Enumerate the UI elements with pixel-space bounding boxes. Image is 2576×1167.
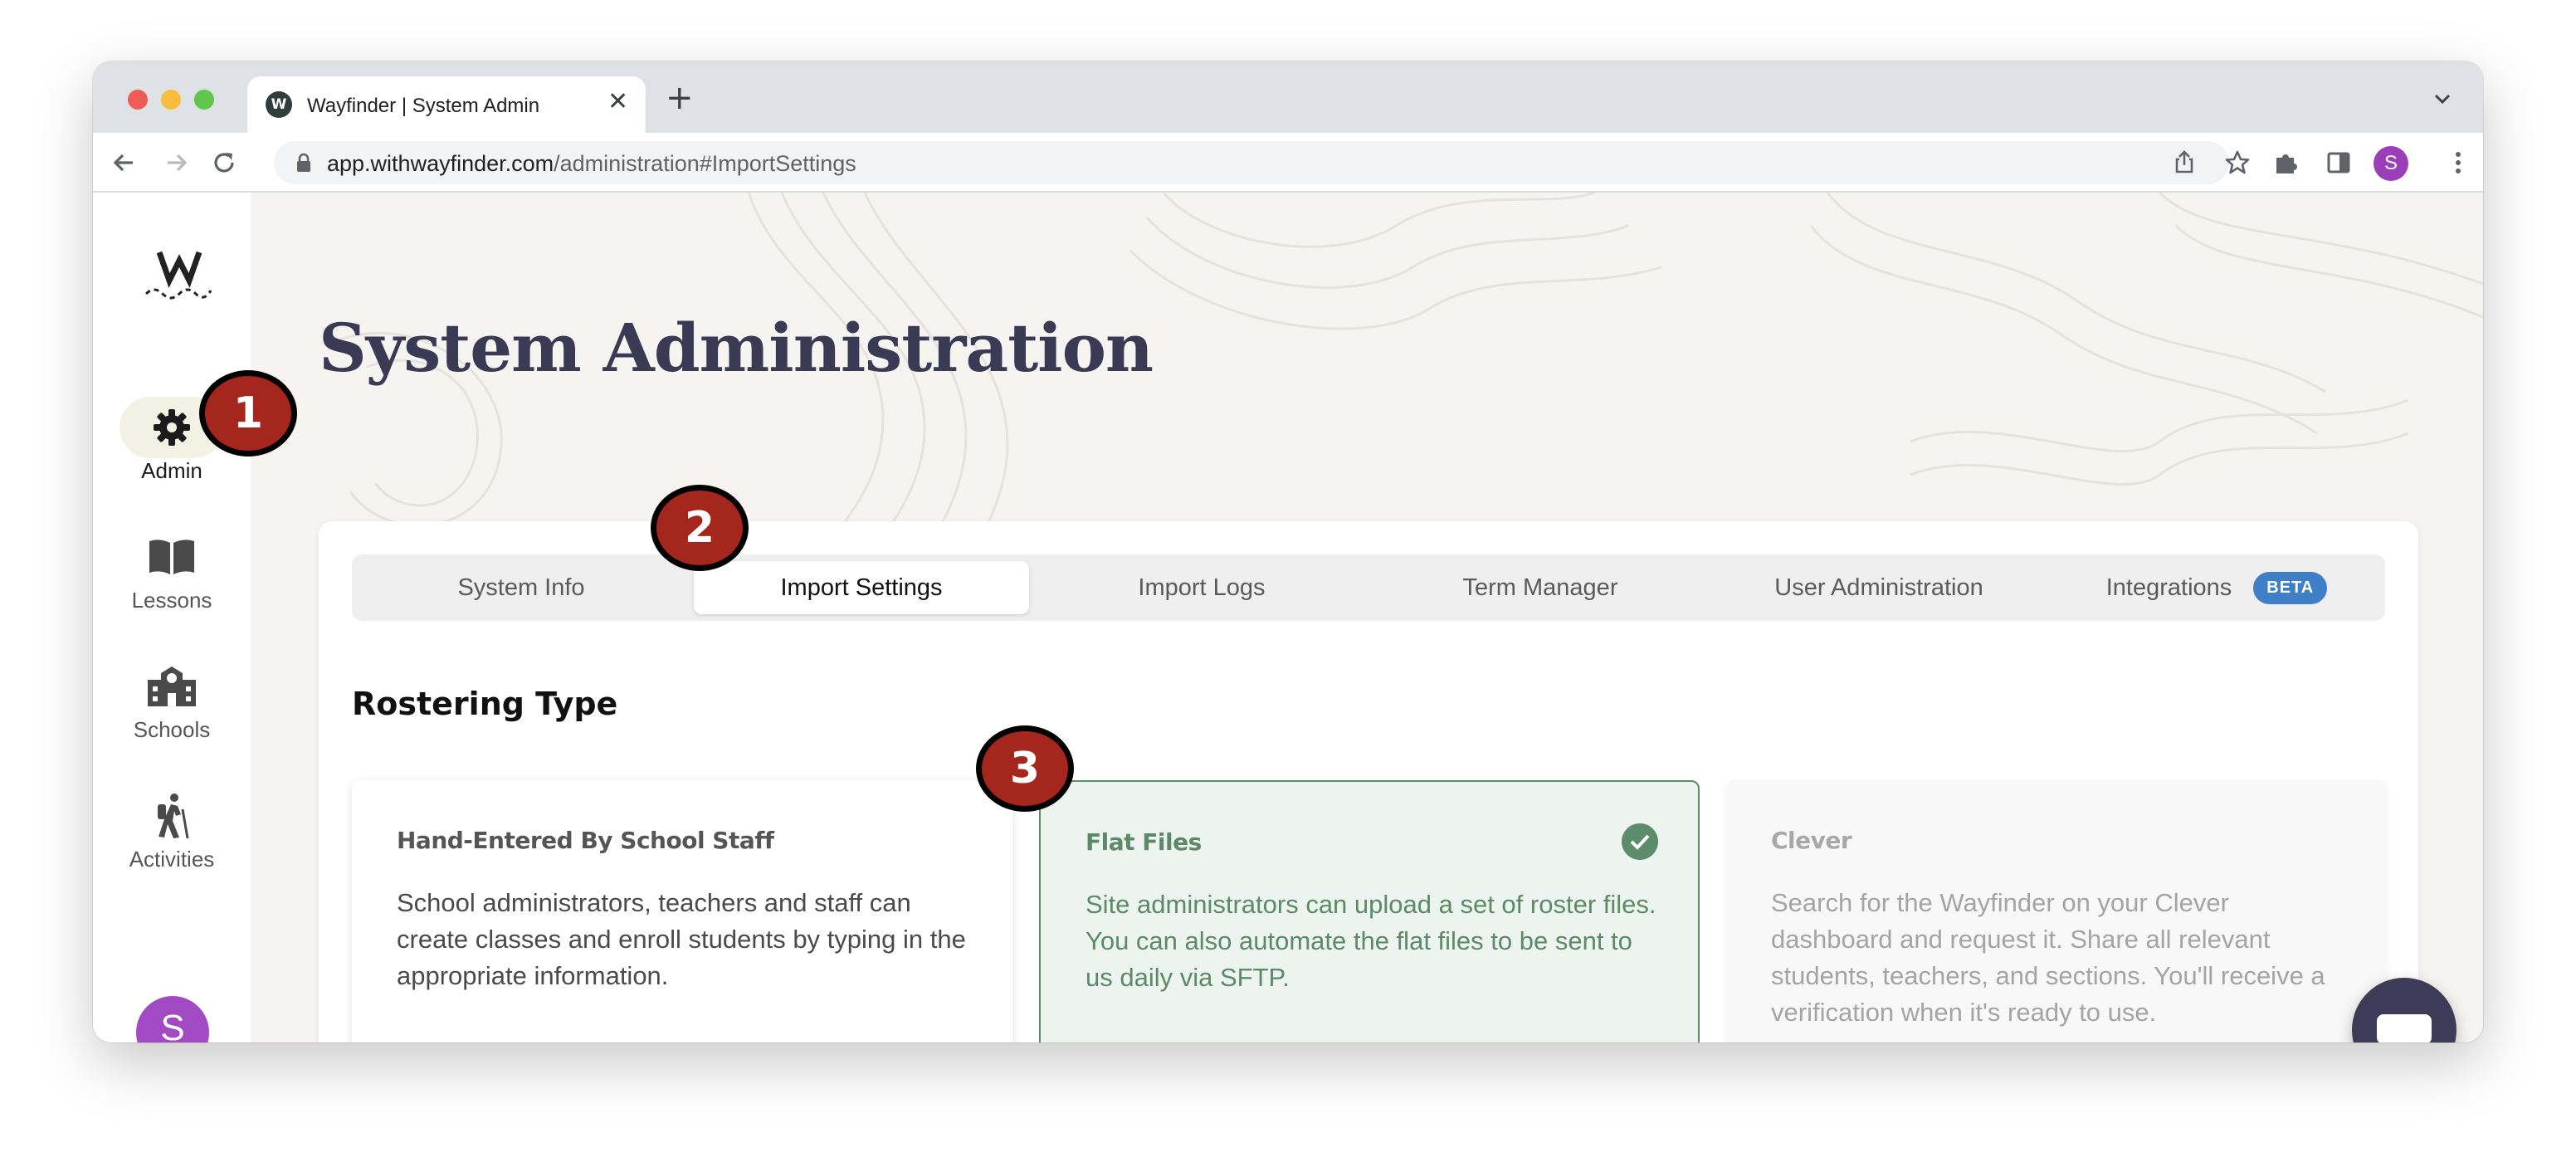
tab-label: System Info — [457, 574, 585, 601]
browser-window: W Wayfinder | System Admin ✕ + app.withw… — [93, 61, 2483, 1042]
chat-support-button[interactable] — [2352, 978, 2456, 1042]
tab-import-logs[interactable]: Import Logs — [1032, 561, 1371, 614]
lessons-pill — [120, 526, 224, 588]
book-icon — [149, 540, 194, 574]
tab-integrations[interactable]: Integrations BETA — [2048, 561, 2385, 614]
tab-label: Import Settings — [780, 574, 943, 601]
tab-user-administration[interactable]: User Administration — [1710, 561, 2048, 614]
zoom-window-button[interactable] — [194, 90, 214, 110]
profile-avatar-button[interactable]: S — [2374, 146, 2408, 181]
option-title: Hand-Entered By School Staff — [397, 827, 774, 854]
side-panel-icon[interactable] — [2322, 146, 2355, 179]
reload-icon[interactable] — [207, 146, 241, 179]
share-icon[interactable] — [2168, 146, 2201, 179]
sidebar-item-label: Admin — [141, 458, 202, 483]
minimize-window-button[interactable] — [161, 90, 181, 110]
option-description: Search for the Wayfinder on your Clever … — [1771, 888, 2325, 1027]
option-description: School administrators, teachers and staf… — [397, 888, 966, 990]
page-title: System Administration — [319, 309, 1154, 387]
close-tab-icon[interactable]: ✕ — [607, 90, 628, 115]
beta-badge: BETA — [2253, 571, 2328, 604]
sidebar-item-lessons[interactable]: Lessons — [93, 526, 251, 613]
option-flat-files[interactable]: Flat Files Site administrators can uploa… — [1039, 780, 1700, 1042]
browser-menu-icon[interactable] — [2442, 146, 2475, 179]
option-title: Clever — [1771, 827, 1852, 854]
step-marker-1: 1 — [199, 370, 297, 457]
wayfinder-favicon-icon: W — [266, 91, 292, 118]
browser-tab[interactable]: W Wayfinder | System Admin ✕ — [247, 76, 646, 133]
sidebar-item-activities[interactable]: Activities — [93, 785, 251, 872]
page-content: Admin Lessons Schools Activities S Syste… — [93, 193, 2483, 1042]
tab-term-manager[interactable]: Term Manager — [1371, 561, 1710, 614]
tab-import-settings[interactable]: Import Settings — [694, 561, 1029, 614]
tab-search-chevron-icon[interactable] — [2430, 86, 2455, 111]
url-path: /administration#ImportSettings — [554, 151, 856, 176]
tab-label: Integrations — [2105, 574, 2232, 601]
admin-tabs: System Info Import Settings Import Logs … — [352, 554, 2385, 621]
close-window-button[interactable] — [128, 90, 148, 110]
url-text: app.withwayfinder.com/administration#Imp… — [327, 151, 856, 177]
forward-arrow-icon[interactable] — [159, 146, 193, 179]
url-host: app.withwayfinder.com — [327, 151, 554, 176]
tab-label: Term Manager — [1462, 574, 1618, 601]
school-icon — [148, 667, 196, 706]
step-marker-3: 3 — [976, 725, 1074, 812]
option-hand-entered[interactable]: Hand-Entered By School Staff School admi… — [352, 780, 1012, 1042]
tab-system-info[interactable]: System Info — [352, 561, 690, 614]
extensions-puzzle-icon[interactable] — [2269, 146, 2302, 179]
sidebar-item-schools[interactable]: Schools — [93, 656, 251, 743]
address-bar[interactable]: app.withwayfinder.com/administration#Imp… — [274, 141, 2250, 184]
gear-icon — [154, 409, 190, 446]
schools-pill — [120, 656, 224, 717]
option-title: Flat Files — [1086, 828, 1202, 856]
lock-icon — [297, 153, 310, 172]
tab-strip: W Wayfinder | System Admin ✕ + — [93, 61, 2483, 133]
tab-label: Import Logs — [1138, 574, 1266, 601]
sidebar-item-label: Activities — [129, 847, 215, 872]
sidebar-item-label: Lessons — [131, 588, 212, 613]
section-title: Rostering Type — [352, 686, 618, 722]
sidebar-item-label: Schools — [133, 717, 211, 742]
option-clever[interactable]: Clever Search for the Wayfinder on your … — [1726, 780, 2387, 1042]
activities-pill — [120, 785, 224, 847]
user-avatar[interactable]: S — [136, 996, 209, 1042]
browser-toolbar: app.withwayfinder.com/administration#Imp… — [93, 133, 2483, 193]
check-circle-icon — [1622, 823, 1658, 860]
step-marker-2: 2 — [651, 485, 749, 571]
wayfinder-logo[interactable] — [143, 247, 212, 305]
tab-title: Wayfinder | System Admin — [307, 95, 540, 117]
option-description: Site administrators can upload a set of … — [1086, 890, 1656, 992]
bookmark-star-icon[interactable] — [2221, 146, 2254, 179]
admin-card: System Info Import Settings Import Logs … — [319, 521, 2418, 1042]
app-sidebar: Admin Lessons Schools Activities S — [93, 193, 251, 1042]
hiker-icon — [158, 793, 189, 839]
back-arrow-icon[interactable] — [108, 146, 141, 179]
chat-bubble-icon — [2377, 1014, 2432, 1042]
new-tab-button[interactable]: + — [666, 81, 694, 115]
tab-label: User Administration — [1774, 574, 1983, 601]
